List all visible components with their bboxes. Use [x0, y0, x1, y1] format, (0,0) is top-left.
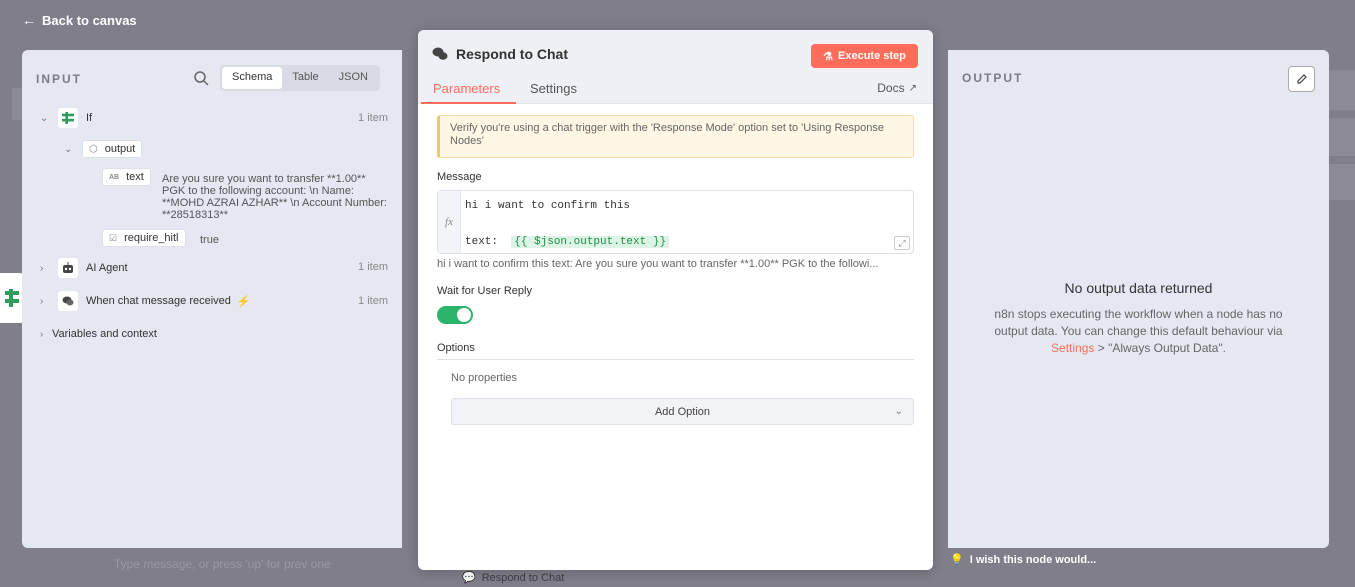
cube-icon: ⬡: [89, 143, 98, 155]
backdrop-element: [1329, 164, 1355, 200]
toggle-knob: [457, 308, 471, 322]
docs-label: Docs: [877, 81, 905, 95]
chevron-down-icon: ⌄: [894, 406, 903, 417]
tree-node-chat-trigger[interactable]: › When chat message received ⚡: [40, 291, 251, 311]
tree-node-variables[interactable]: › Variables and context: [40, 328, 157, 340]
node-title-text: Respond to Chat: [456, 46, 568, 62]
require-hitl-label: require_hitl: [124, 232, 179, 244]
node-title: Respond to Chat: [432, 46, 568, 62]
no-output-description: n8n stops executing the workflow when a …: [988, 306, 1289, 357]
lightbulb-icon: 💡: [950, 554, 964, 566]
response-mode-notice: Verify you're using a chat trigger with …: [437, 115, 914, 158]
external-link-icon: ↗: [908, 82, 917, 94]
chevron-right-icon: ›: [40, 295, 44, 307]
backdrop-element: [1329, 118, 1355, 156]
view-mode-switcher: Schema Table JSON: [220, 65, 380, 91]
node-header: Respond to Chat ⚗ Execute step Parameter…: [418, 30, 933, 104]
message-line-2-prefix: text:: [465, 236, 512, 248]
arrow-left-icon: ←: [22, 12, 36, 28]
chat-bubble-icon: [432, 47, 448, 60]
message-expression: {{ $json.output.text }}: [511, 236, 670, 248]
text-key-label: text: [126, 171, 144, 183]
background-respond-node: 💬 Respond to Chat: [462, 571, 565, 585]
message-line-1: hi i want to confirm this: [465, 200, 631, 212]
wait-for-reply-toggle[interactable]: [437, 306, 473, 324]
add-option-dropdown[interactable]: Add Option ⌄: [451, 398, 914, 425]
tree-field-require-hitl[interactable]: ☑ require_hitl: [102, 229, 186, 247]
text-key-pill: AB text: [102, 168, 151, 186]
back-to-canvas-link[interactable]: ← Back to canvas: [22, 12, 137, 28]
options-label: Options: [437, 342, 475, 354]
wait-for-reply-label: Wait for User Reply: [437, 285, 532, 297]
robot-icon: [58, 258, 78, 278]
message-field[interactable]: fx hi i want to confirm this text: {{ $j…: [437, 190, 914, 254]
tab-settings[interactable]: Settings: [530, 81, 577, 96]
message-label: Message: [437, 171, 482, 183]
background-respond-label: Respond to Chat: [481, 571, 565, 584]
feedback-label: I wish this node would...: [969, 553, 1097, 566]
chat-item-count: 1 item: [358, 295, 388, 307]
ai-agent-label: AI Agent: [86, 262, 128, 274]
string-type-icon: AB: [109, 173, 120, 181]
lightning-icon: ⚡: [236, 295, 251, 308]
output-key-label: output: [104, 143, 136, 155]
no-output-title: No output data returned: [1064, 280, 1213, 296]
expression-fx-icon: fx: [438, 191, 461, 253]
chevron-down-icon: ⌄: [64, 143, 73, 155]
chat-bubble-icon: 💬: [462, 572, 476, 584]
chevron-right-icon: ›: [40, 328, 44, 340]
search-icon[interactable]: [193, 70, 209, 86]
checkbox-type-icon: ☑: [109, 232, 118, 243]
if-node-icon: [5, 289, 19, 307]
require-hitl-pill: ☑ require_hitl: [102, 229, 186, 247]
output-panel-title: OUTPUT: [962, 71, 1024, 85]
message-preview: hi i want to confirm this text: Are you …: [437, 258, 879, 270]
expand-editor-icon[interactable]: ⤢: [894, 236, 910, 250]
input-panel: INPUT Schema Table JSON ⌄ If 1 item ⌄ ⬡ …: [22, 50, 402, 548]
pencil-icon: [1296, 74, 1307, 84]
no-output-desc-part1: n8n stops executing the workflow when a …: [994, 307, 1283, 338]
tab-table[interactable]: Table: [282, 67, 328, 89]
chat-bubble-icon: [58, 291, 78, 311]
chat-input-placeholder: Type message, or press 'up' for prev one: [114, 557, 331, 571]
output-key-pill: ⬡ output: [82, 140, 143, 158]
active-tab-indicator: [421, 102, 516, 104]
tree-node-ai-agent[interactable]: › AI Agent: [40, 258, 128, 278]
message-code: hi i want to confirm this text: {{ $json…: [465, 197, 670, 251]
execute-step-label: Execute step: [838, 50, 906, 62]
text-field-value: Are you sure you want to transfer **1.00…: [162, 173, 387, 221]
backdrop-element: [1329, 70, 1355, 110]
execute-step-button[interactable]: ⚗ Execute step: [811, 44, 918, 68]
tree-node-if[interactable]: ⌄ If: [40, 108, 92, 128]
tab-parameters[interactable]: Parameters: [433, 81, 500, 96]
tree-node-output[interactable]: ⌄ ⬡ output: [64, 140, 143, 158]
docs-link[interactable]: Docs ↗: [877, 81, 917, 95]
edit-output-button[interactable]: [1288, 66, 1315, 92]
settings-link[interactable]: Settings: [1051, 341, 1094, 355]
back-to-canvas-label: Back to canvas: [42, 12, 137, 28]
require-hitl-value: true: [200, 234, 219, 246]
output-panel: OUTPUT No output data returned n8n stops…: [948, 50, 1329, 548]
if-item-count: 1 item: [358, 112, 388, 124]
input-panel-title: INPUT: [36, 72, 82, 86]
chat-trigger-label: When chat message received: [86, 295, 231, 307]
no-properties-text: No properties: [451, 372, 518, 384]
options-divider: [437, 359, 914, 360]
if-node-icon: [58, 108, 78, 128]
variables-label: Variables and context: [52, 328, 157, 340]
tab-schema[interactable]: Schema: [222, 67, 283, 89]
add-option-label: Add Option: [654, 405, 711, 418]
tree-field-text[interactable]: AB text: [102, 168, 151, 186]
no-output-desc-part2: > "Always Output Data".: [1094, 341, 1226, 355]
chevron-right-icon: ›: [40, 262, 44, 274]
tab-json[interactable]: JSON: [329, 67, 378, 89]
ai-agent-item-count: 1 item: [358, 261, 388, 273]
chevron-down-icon: ⌄: [40, 112, 49, 124]
if-node-edge[interactable]: [0, 273, 24, 323]
flask-icon: ⚗: [823, 50, 833, 63]
if-node-label: If: [86, 112, 93, 124]
node-settings-panel: Respond to Chat ⚗ Execute step Parameter…: [418, 30, 933, 570]
feedback-link[interactable]: 💡 I wish this node would...: [950, 553, 1097, 567]
